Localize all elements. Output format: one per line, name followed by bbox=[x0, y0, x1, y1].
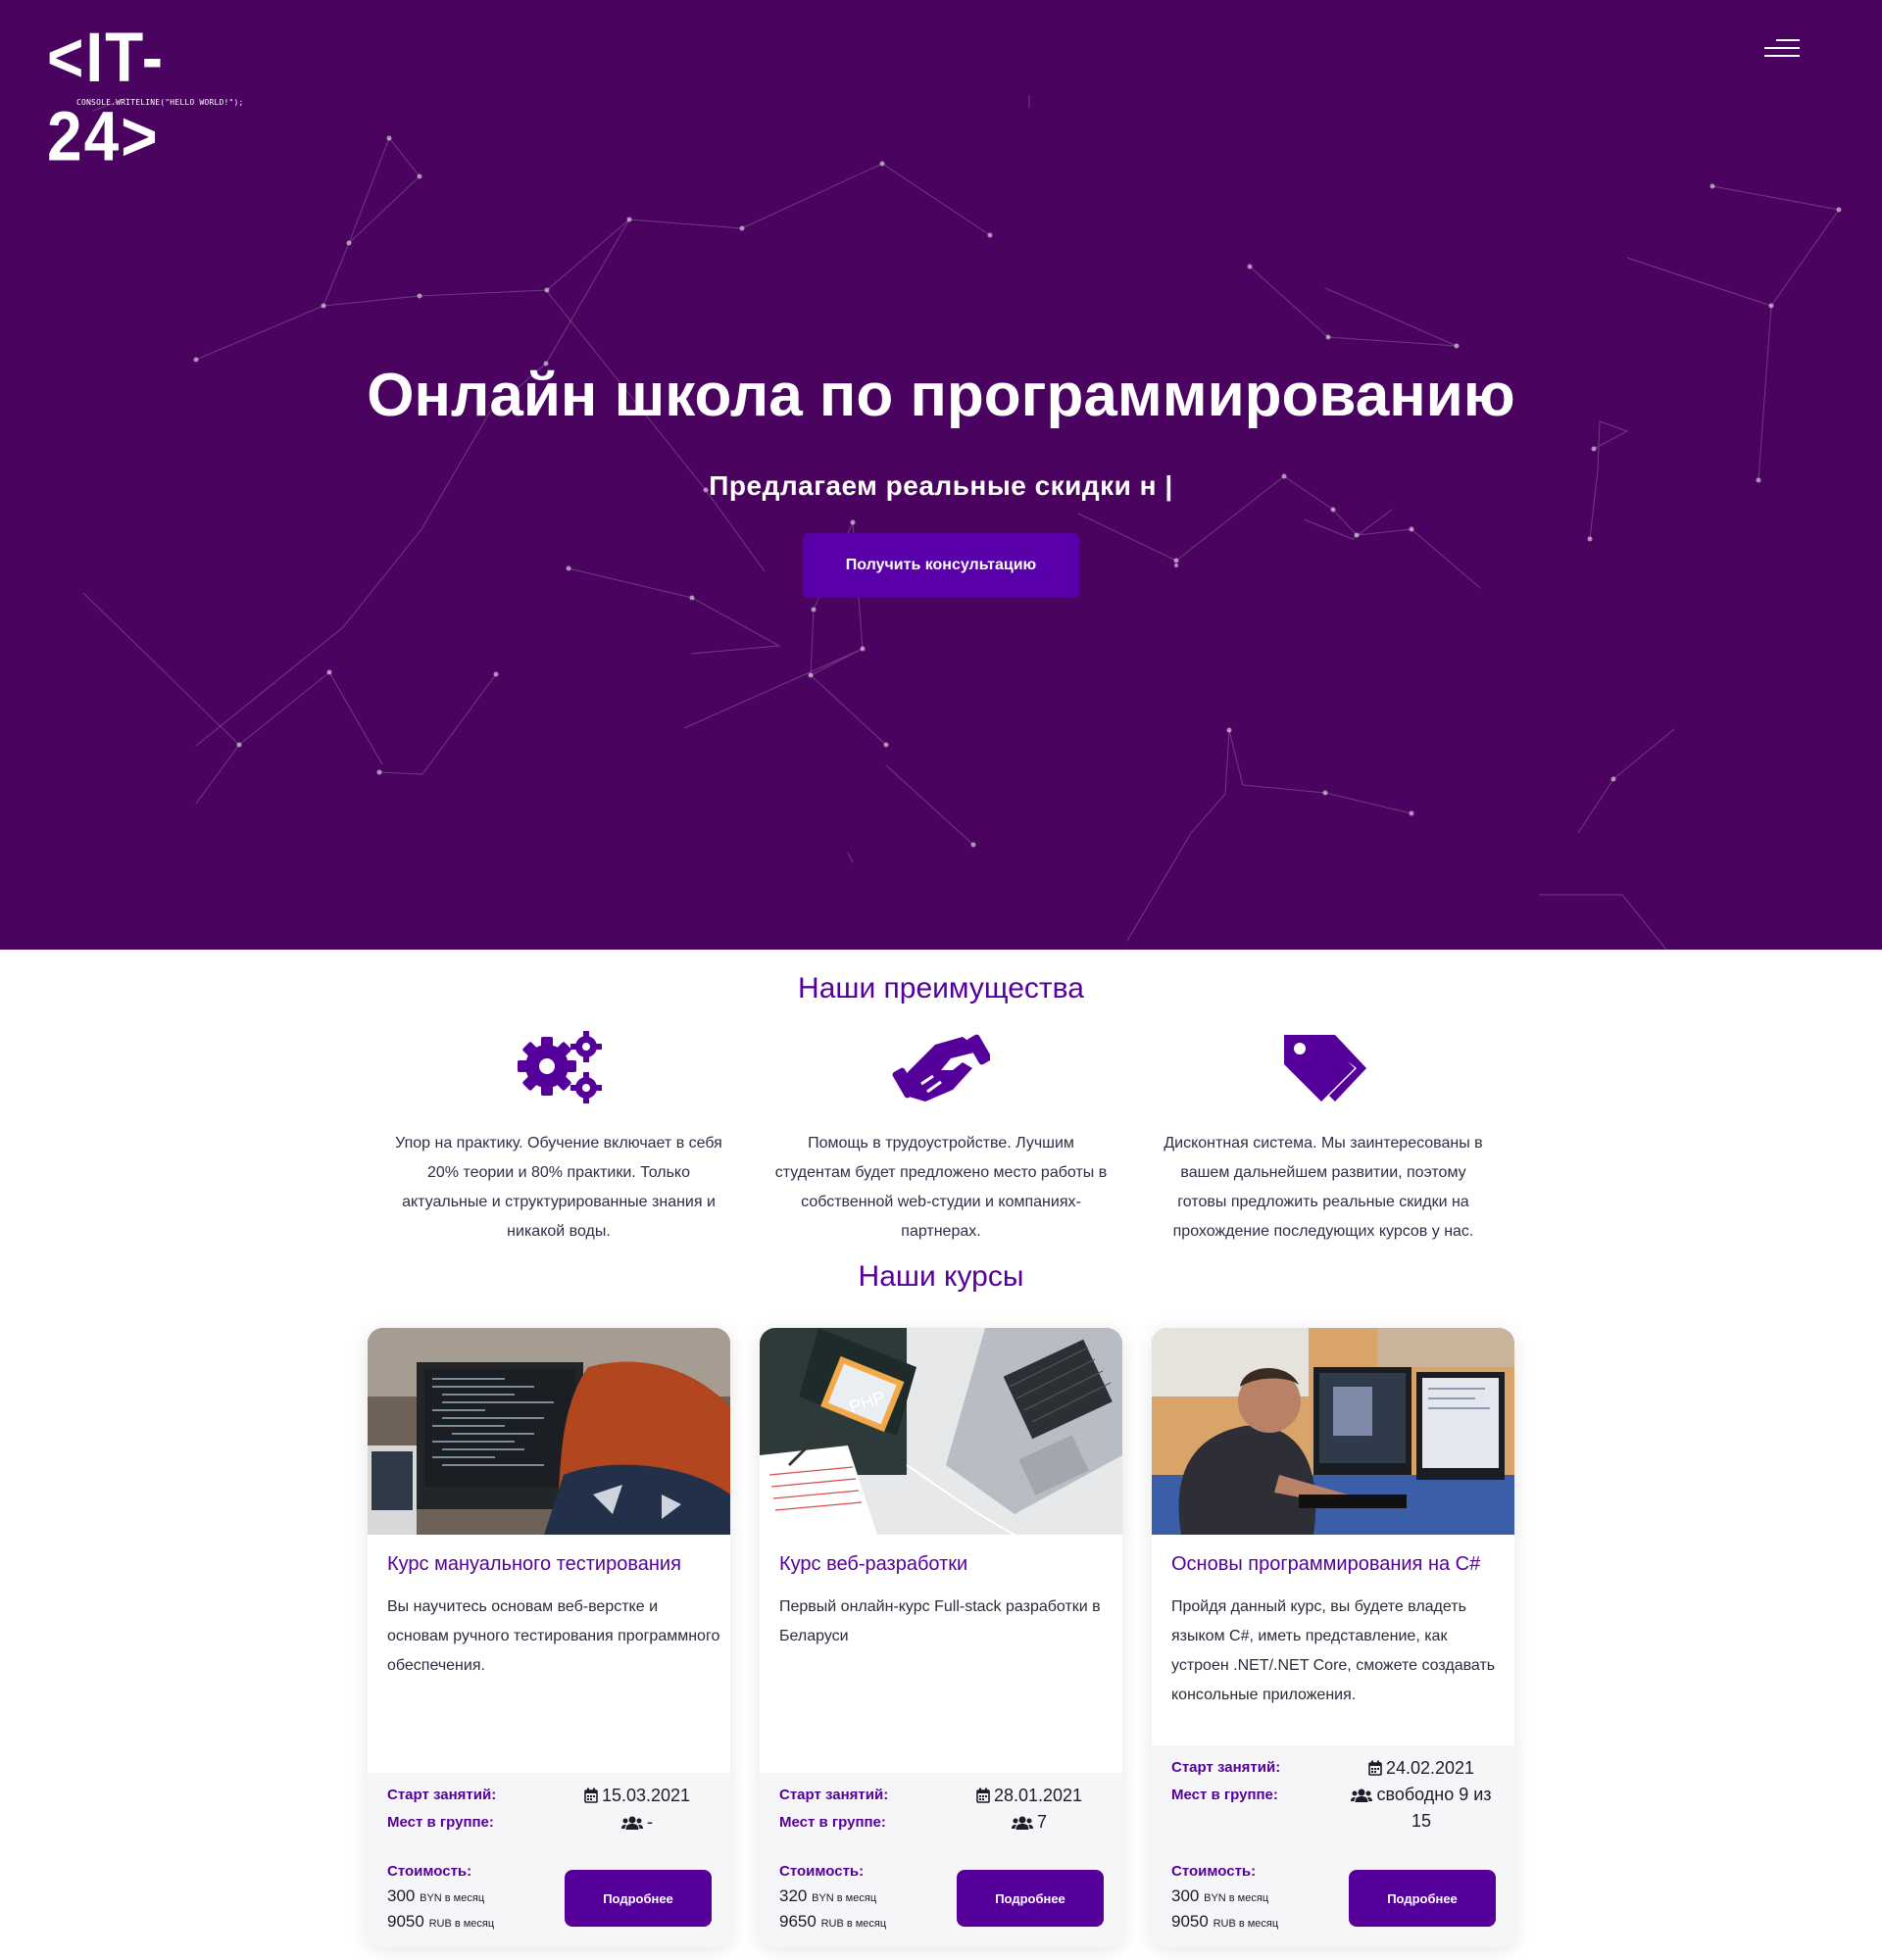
price-rub-value: 9050 bbox=[1171, 1912, 1209, 1931]
gears-icon bbox=[518, 1031, 602, 1103]
course-footer: Старт занятий: 15.03.2021 Мест в группе:… bbox=[368, 1773, 730, 1947]
course-description: Пройдя данный курс, вы будете владеть яз… bbox=[1171, 1598, 1496, 1703]
tags-icon bbox=[1284, 1035, 1366, 1102]
price-rub-unit: RUB в месяц bbox=[1213, 1918, 1279, 1930]
advantage-text: Помощь в трудоустройстве. Лучшим студент… bbox=[774, 1135, 1108, 1240]
seats-label: Мест в группе: bbox=[387, 1814, 494, 1831]
start-date-value: 24.02.2021 bbox=[1385, 1758, 1475, 1778]
calendar-icon bbox=[584, 1788, 598, 1803]
courses-title: Наши курсы bbox=[858, 1260, 1024, 1293]
start-date-value: 15.03.2021 bbox=[601, 1786, 691, 1805]
more-button[interactable]: Подробнее bbox=[1349, 1870, 1496, 1927]
course-image-woman-at-code-monitor bbox=[368, 1328, 730, 1535]
course-image-man-at-two-monitors bbox=[1152, 1328, 1514, 1535]
course-card[interactable]: Основы программирования на C# Пройдя дан… bbox=[1152, 1328, 1514, 1947]
start-label: Старт занятий: bbox=[1171, 1759, 1281, 1776]
course-title[interactable]: Основы программирования на C# bbox=[1171, 1553, 1505, 1576]
logo-text: <IT-24> bbox=[47, 18, 166, 176]
course-footer: Старт занятий: 24.02.2021 Мест в группе:… bbox=[1152, 1745, 1514, 1947]
price-rub-unit: RUB в месяц bbox=[820, 1918, 887, 1930]
more-button[interactable]: Подробнее bbox=[957, 1870, 1104, 1927]
price-rub: 9050 RUB в месяц bbox=[387, 1912, 494, 1932]
hamburger-menu-icon[interactable] bbox=[1760, 37, 1800, 59]
advantages-title: Наши преимущества bbox=[798, 972, 1084, 1004]
advantage-text: Упор на практику. Обучение включает в се… bbox=[395, 1135, 722, 1240]
course-title[interactable]: Курс мануального тестирования bbox=[387, 1553, 720, 1576]
price-byn-unit: BYN в месяц bbox=[812, 1892, 877, 1904]
seats-label: Мест в группе: bbox=[1171, 1787, 1278, 1803]
advantage-item: Упор на практику. Обучение включает в се… bbox=[392, 1029, 725, 1247]
price-byn: 320 BYN в месяц bbox=[779, 1886, 876, 1906]
price-byn: 300 BYN в месяц bbox=[387, 1886, 484, 1906]
course-image-laptop-and-php-book: PHP bbox=[760, 1328, 1122, 1535]
course-card[interactable]: PHP Курс веб-разработки Первый онлайн-ку… bbox=[760, 1328, 1122, 1947]
advantage-item: Дисконтная система. Мы заинтересованы в … bbox=[1157, 1029, 1490, 1247]
price-rub: 9650 RUB в месяц bbox=[779, 1912, 886, 1932]
price-label: Стоимость: bbox=[1171, 1863, 1257, 1880]
hero-title: Онлайн школа по программированию bbox=[367, 362, 1515, 429]
start-date-value: 28.01.2021 bbox=[993, 1786, 1083, 1805]
price-byn-value: 300 bbox=[387, 1886, 416, 1905]
start-date: 28.01.2021 bbox=[956, 1783, 1103, 1809]
price-label: Стоимость: bbox=[387, 1863, 472, 1880]
more-button[interactable]: Подробнее bbox=[565, 1870, 712, 1927]
seats-value: - bbox=[647, 1812, 653, 1832]
course-title[interactable]: Курс веб-разработки bbox=[779, 1553, 1113, 1576]
hero-section: <IT-24> CONSOLE.WRITELINE("HELLO WORLD!"… bbox=[0, 0, 1882, 950]
users-icon bbox=[1351, 1788, 1373, 1802]
calendar-icon bbox=[976, 1788, 990, 1803]
course-card[interactable]: Курс мануального тестирования Вы научите… bbox=[368, 1328, 730, 1947]
users-icon bbox=[621, 1816, 643, 1830]
seats: 7 bbox=[956, 1809, 1103, 1836]
advantage-text: Дисконтная система. Мы заинтересованы в … bbox=[1164, 1135, 1483, 1240]
seats-value: свободно 9 из 15 bbox=[1376, 1785, 1492, 1831]
get-consultation-button[interactable]: Получить консультацию bbox=[803, 533, 1079, 598]
calendar-icon bbox=[1368, 1760, 1382, 1776]
price-byn: 300 BYN в месяц bbox=[1171, 1886, 1268, 1906]
seats-label: Мест в группе: bbox=[779, 1814, 886, 1831]
start-label: Старт занятий: bbox=[387, 1787, 497, 1803]
advantage-item: Помощь в трудоустройстве. Лучшим студент… bbox=[774, 1029, 1108, 1247]
start-label: Старт занятий: bbox=[779, 1787, 889, 1803]
start-date: 15.03.2021 bbox=[564, 1783, 711, 1809]
price-rub-value: 9650 bbox=[779, 1912, 817, 1931]
course-description: Первый онлайн-курс Full-stack разработки… bbox=[779, 1598, 1101, 1644]
price-rub: 9050 RUB в месяц bbox=[1171, 1912, 1278, 1932]
start-date: 24.02.2021 bbox=[1348, 1755, 1495, 1782]
seats: - bbox=[564, 1809, 711, 1836]
price-label: Стоимость: bbox=[779, 1863, 865, 1880]
price-byn-unit: BYN в месяц bbox=[1204, 1892, 1269, 1904]
price-byn-value: 300 bbox=[1171, 1886, 1200, 1905]
handshake-icon bbox=[892, 1034, 990, 1102]
seats-value: 7 bbox=[1036, 1812, 1047, 1832]
course-footer: Старт занятий: 28.01.2021 Мест в группе:… bbox=[760, 1773, 1122, 1947]
price-byn-unit: BYN в месяц bbox=[420, 1892, 485, 1904]
users-icon bbox=[1011, 1816, 1033, 1830]
site-logo[interactable]: <IT-24> CONSOLE.WRITELINE("HELLO WORLD!"… bbox=[47, 18, 244, 175]
price-byn-value: 320 bbox=[779, 1886, 808, 1905]
course-description: Вы научитесь основам веб-верстке и основ… bbox=[387, 1598, 720, 1674]
logo-tagline: CONSOLE.WRITELINE("HELLO WORLD!"); bbox=[76, 98, 244, 107]
seats: свободно 9 из 15 bbox=[1348, 1782, 1495, 1835]
price-rub-unit: RUB в месяц bbox=[428, 1918, 495, 1930]
hero-subtitle: Предлагаем реальные скидки н | bbox=[709, 470, 1173, 501]
price-rub-value: 9050 bbox=[387, 1912, 424, 1931]
